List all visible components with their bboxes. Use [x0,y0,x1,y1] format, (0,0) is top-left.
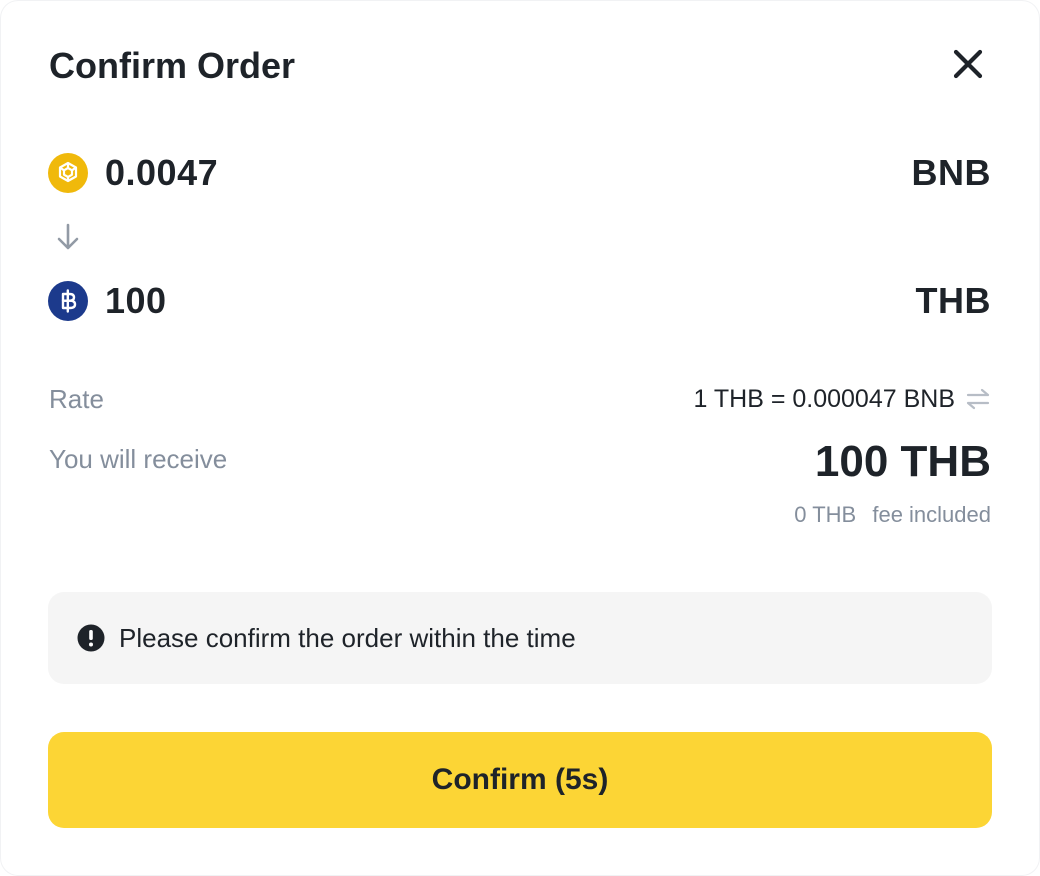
close-icon [953,49,983,79]
swap-icon[interactable] [965,387,991,411]
to-row: 100 THB [48,276,991,326]
bnb-coin-icon [48,153,88,193]
receive-row: You will receive 100 THB 0 THB fee inclu… [49,437,991,529]
dialog-title: Confirm Order [49,45,296,86]
rate-row: Rate 1 THB = 0.000047 BNB [49,383,991,415]
from-row: 0.0047 BNB [48,148,991,198]
notice-text: Please confirm the order within the time [119,622,576,653]
fee-amount: 0 THB [794,502,857,527]
confirm-button[interactable]: Confirm (5s) [48,732,992,828]
confirm-order-dialog: Confirm Order 0.0047 BNB 100 THB Rate 1 … [0,0,1040,876]
rate-value: 1 THB = 0.000047 BNB [693,385,955,413]
rate-label: Rate [49,384,104,414]
fee-line: 0 THB fee included [794,501,991,529]
to-amount: 100 [105,280,167,321]
close-button[interactable] [946,42,990,86]
fee-label: fee included [872,502,991,527]
thb-coin-icon [48,281,88,321]
notice-banner: Please confirm the order within the time [48,592,992,684]
exclamation-circle-icon [77,624,105,652]
from-currency: BNB [911,152,991,193]
from-amount: 0.0047 [105,152,219,193]
to-currency: THB [915,280,991,321]
receive-label: You will receive [49,444,228,474]
receive-amount: 100 THB [814,437,991,486]
arrow-down-icon [57,223,79,250]
